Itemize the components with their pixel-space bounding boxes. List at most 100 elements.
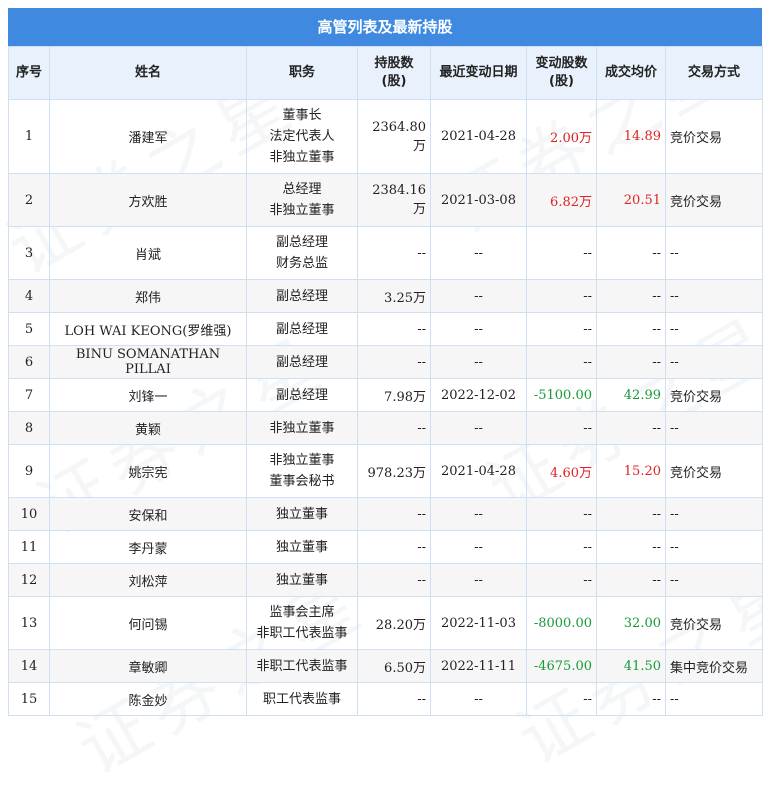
- cell-price: --: [596, 411, 666, 445]
- cell-shares: 7.98万: [357, 378, 431, 412]
- position-line: 非独立董事: [269, 453, 335, 468]
- cell-shares: 978.23万: [357, 444, 431, 498]
- cell-seq: 5: [8, 312, 50, 346]
- header-name: 姓名: [49, 46, 247, 100]
- cell-price: --: [596, 682, 666, 716]
- cell-price: --: [596, 345, 666, 379]
- cell-shares: --: [357, 312, 431, 346]
- cell-position: 副总经理: [246, 312, 358, 346]
- cell-seq: 15: [8, 682, 50, 716]
- header-price: 成交均价: [596, 46, 666, 100]
- position-line: 财务总监: [275, 256, 328, 271]
- cell-change: --: [526, 345, 597, 379]
- cell-shares: --: [357, 682, 431, 716]
- cell-price: --: [596, 312, 666, 346]
- cell-position: 副总经理 财务总监: [246, 226, 358, 280]
- cell-method: --: [665, 411, 763, 445]
- cell-seq: 13: [8, 596, 50, 650]
- cell-seq: 10: [8, 497, 50, 531]
- position-line: 独立董事: [275, 506, 328, 522]
- header-change-line2: (股): [549, 74, 574, 89]
- table-row: 3 肖斌 副总经理 财务总监 -- -- -- -- --: [8, 226, 763, 280]
- cell-change: --: [526, 411, 597, 445]
- cell-seq: 6: [8, 345, 50, 379]
- cell-method: 集中竞价交易: [665, 649, 763, 683]
- position-line: 独立董事: [275, 539, 328, 555]
- position-line: 副总经理: [275, 354, 328, 370]
- position-line: 法定代表人: [269, 129, 335, 144]
- cell-method: --: [665, 497, 763, 531]
- cell-shares: --: [357, 497, 431, 531]
- position-line: 副总经理: [275, 288, 328, 304]
- table-row: 11 李丹蒙 独立董事 -- -- -- -- --: [8, 530, 763, 564]
- cell-change: --: [526, 530, 597, 564]
- table-row: 14 章敏卿 非职工代表监事 6.50万 2022-11-11 -4675.00 41.50…: [8, 649, 763, 683]
- cell-seq: 12: [8, 563, 50, 597]
- position-line: 总经理: [282, 182, 322, 197]
- cell-position: 独立董事: [246, 530, 358, 564]
- header-seq: 序号: [8, 46, 50, 100]
- cell-price: 14.89: [596, 99, 666, 174]
- cell-method: --: [665, 563, 763, 597]
- cell-date: 2021-04-28: [430, 99, 527, 174]
- cell-name: 潘建军: [49, 99, 247, 174]
- cell-change: 4.60万: [526, 444, 597, 498]
- cell-position: 非独立董事 董事会秘书: [246, 444, 358, 498]
- cell-method: --: [665, 312, 763, 346]
- header-change-line1: 变动股数: [535, 56, 588, 71]
- cell-change: 6.82万: [526, 173, 597, 227]
- cell-seq: 9: [8, 444, 50, 498]
- cell-shares: 2384.16万: [357, 173, 431, 227]
- cell-name: 黄颖: [49, 411, 247, 445]
- position-line: 非独立董事: [269, 203, 335, 218]
- position-line: 监事会主席: [269, 605, 335, 620]
- cell-method: --: [665, 682, 763, 716]
- header-shares-line1: 持股数: [374, 56, 414, 71]
- cell-change: -8000.00: [526, 596, 597, 650]
- cell-shares: --: [357, 411, 431, 445]
- table-title: 高管列表及最新持股: [8, 8, 762, 46]
- position-line: 董事长: [282, 108, 322, 123]
- cell-date: --: [430, 345, 527, 379]
- position-line: 独立董事: [275, 572, 328, 588]
- cell-date: 2022-11-03: [430, 596, 527, 650]
- cell-name: 何问锡: [49, 596, 247, 650]
- cell-method: 竞价交易: [665, 378, 763, 412]
- table-row: 7 刘锋一 副总经理 7.98万 2022-12-02 -5100.00 42.99 竞价交易: [8, 378, 763, 412]
- cell-method: --: [665, 345, 763, 379]
- cell-method: 竞价交易: [665, 596, 763, 650]
- cell-change: -5100.00: [526, 378, 597, 412]
- cell-change: --: [526, 563, 597, 597]
- cell-change: --: [526, 497, 597, 531]
- executives-table: 序号 姓名 职务 持股数 (股) 最近变动日期 变动股数 (股) 成交均价 交易方式…: [8, 46, 763, 716]
- position-line: 副总经理: [275, 321, 328, 337]
- cell-date: --: [430, 226, 527, 280]
- cell-price: --: [596, 497, 666, 531]
- cell-method: 竞价交易: [665, 444, 763, 498]
- cell-change: --: [526, 312, 597, 346]
- cell-shares: 2364.80万: [357, 99, 431, 174]
- cell-position: 非独立董事: [246, 411, 358, 445]
- cell-name: 陈金妙: [49, 682, 247, 716]
- position-line: 副总经理: [275, 235, 328, 250]
- cell-seq: 11: [8, 530, 50, 564]
- cell-change: --: [526, 226, 597, 280]
- cell-date: --: [430, 497, 527, 531]
- table-row: 1 潘建军 董事长 法定代表人 非独立董事 2364.80万 2021-04-28 2.00万…: [8, 99, 763, 174]
- cell-position: 总经理 非独立董事: [246, 173, 358, 227]
- position-line: 副总经理: [275, 387, 328, 403]
- table-row: 4 郑伟 副总经理 3.25万 -- -- -- --: [8, 279, 763, 313]
- cell-seq: 8: [8, 411, 50, 445]
- table-row: 12 刘松萍 独立董事 -- -- -- -- --: [8, 563, 763, 597]
- table-row: 8 黄颖 非独立董事 -- -- -- -- --: [8, 411, 763, 445]
- cell-date: 2022-12-02: [430, 378, 527, 412]
- position-line: 非独立董事: [269, 150, 335, 165]
- cell-change: -4675.00: [526, 649, 597, 683]
- header-method: 交易方式: [665, 46, 763, 100]
- cell-name: 肖斌: [49, 226, 247, 280]
- cell-seq: 4: [8, 279, 50, 313]
- cell-date: 2021-04-28: [430, 444, 527, 498]
- cell-price: --: [596, 226, 666, 280]
- cell-position: 副总经理: [246, 378, 358, 412]
- cell-position: 职工代表监事: [246, 682, 358, 716]
